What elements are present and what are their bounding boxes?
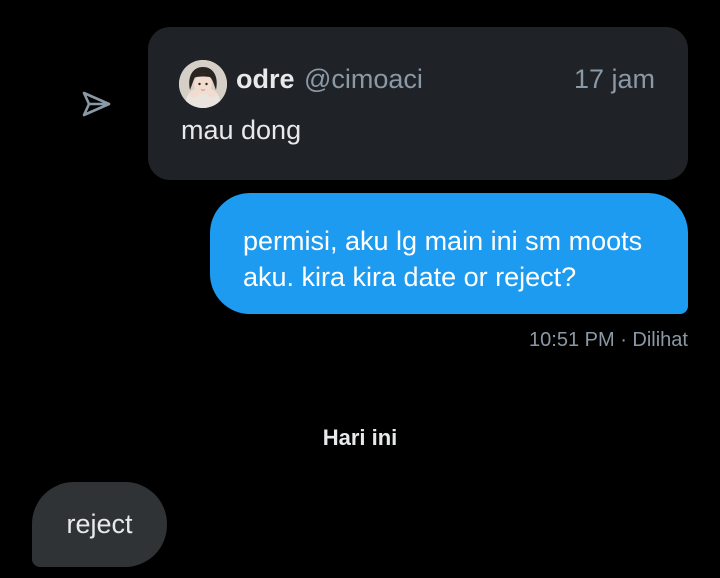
- received-message-bubble[interactable]: reject: [32, 482, 167, 567]
- date-divider: Hari ini: [322, 425, 398, 450]
- sent-message-text: permisi, aku lg main ini sm moots aku. k…: [243, 226, 643, 292]
- share-icon[interactable]: [78, 86, 114, 122]
- received-message-text: reject: [66, 509, 133, 539]
- message-status: 10:51 PM · Dilihat: [529, 329, 688, 351]
- avatar[interactable]: [179, 60, 227, 108]
- sent-message-bubble[interactable]: permisi, aku lg main ini sm moots aku. k…: [210, 193, 688, 314]
- quoted-post-card[interactable]: odre @cimoaci 17 jam mau dong: [148, 27, 688, 180]
- author-name[interactable]: odre: [236, 64, 295, 95]
- quoted-post-text: mau dong: [181, 115, 302, 145]
- post-timestamp: 17 jam: [573, 64, 655, 94]
- author-handle[interactable]: @cimoaci: [304, 64, 423, 95]
